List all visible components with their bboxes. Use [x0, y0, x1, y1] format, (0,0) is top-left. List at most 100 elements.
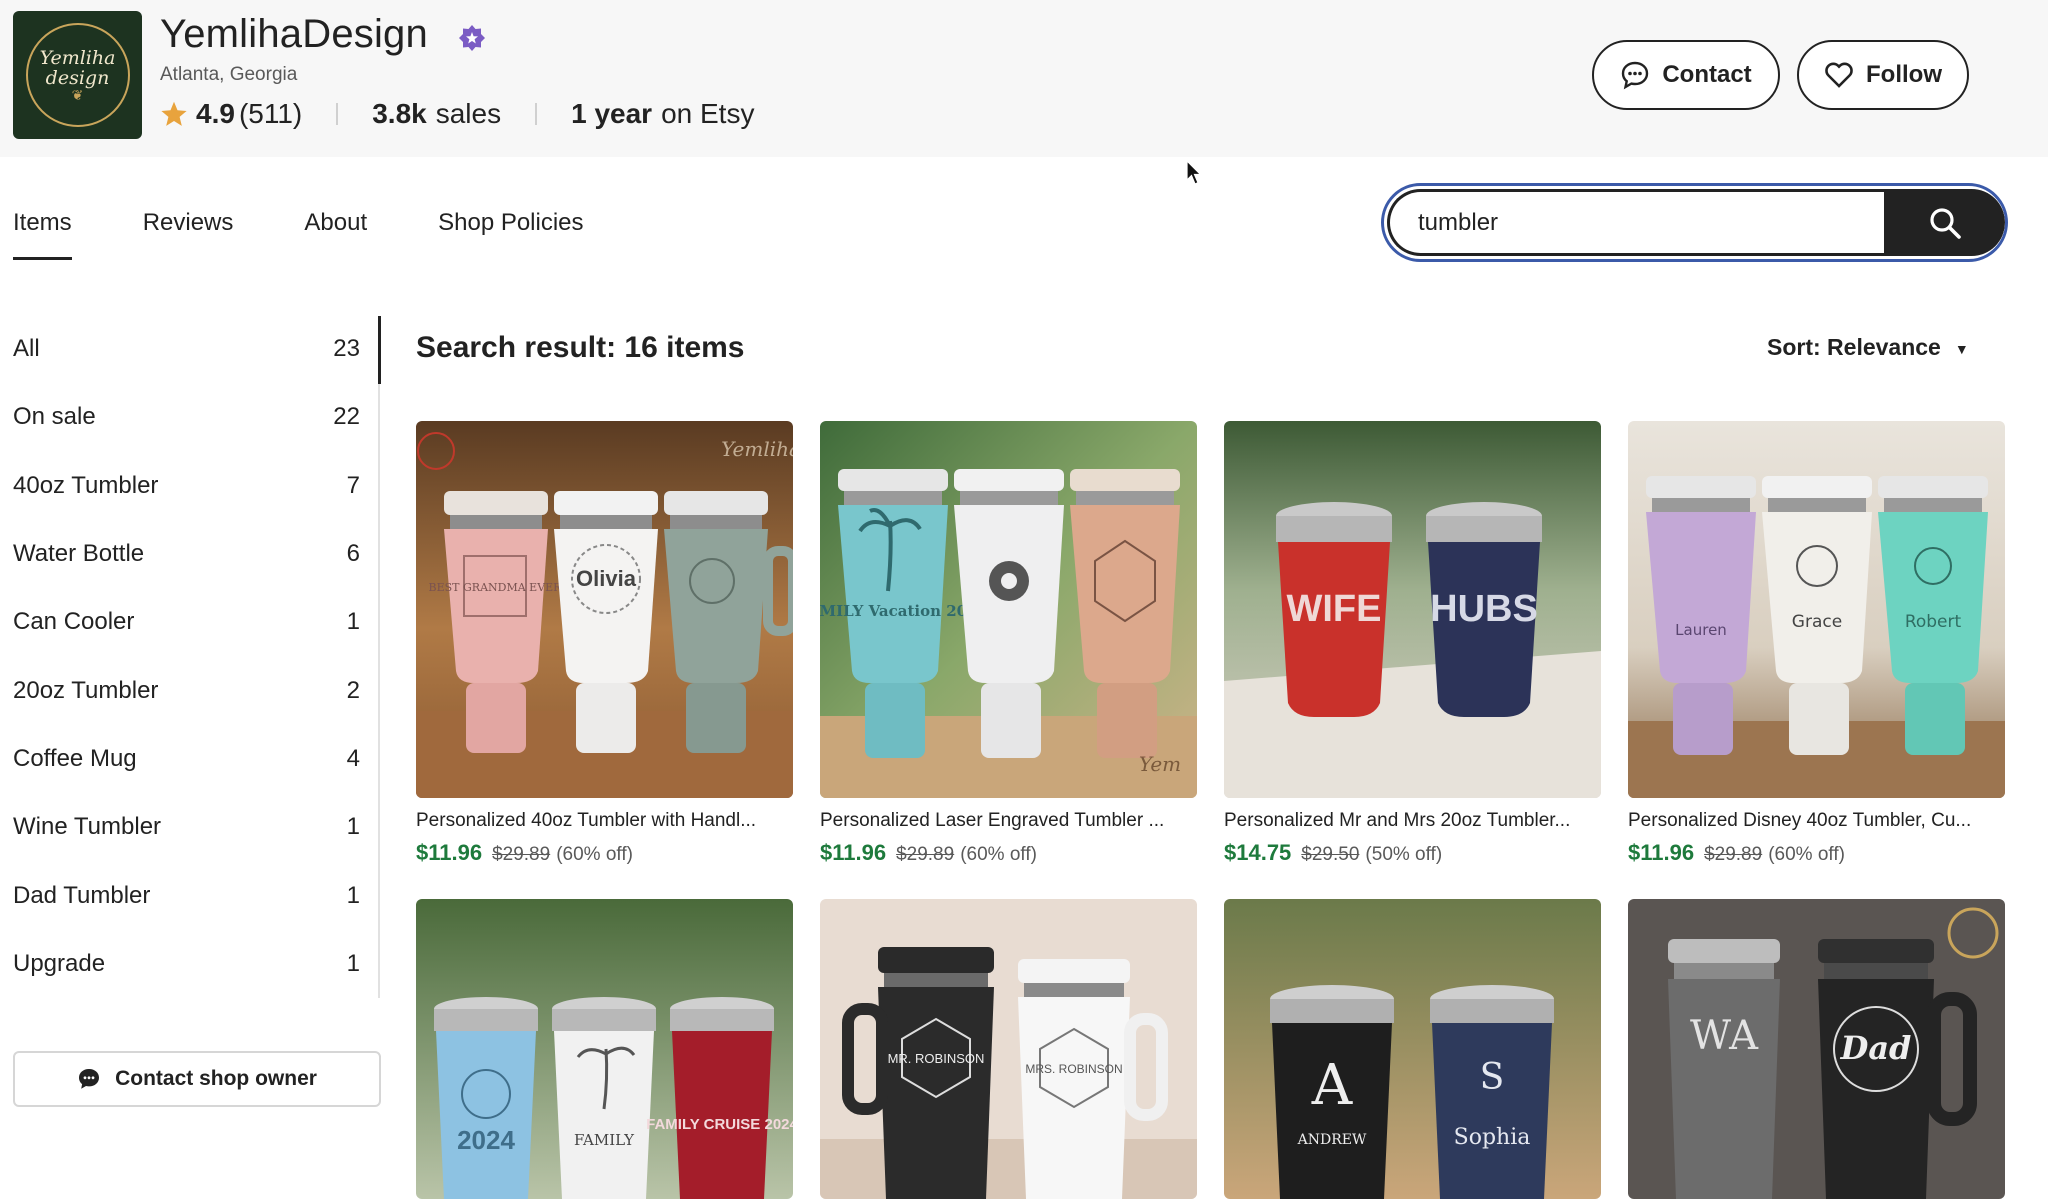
listing-title[interactable]: Personalized Laser Engraved Tumbler ...	[820, 810, 1197, 832]
listing-card[interactable]: MR. ROBINSON MRS. ROBINSON	[820, 899, 1197, 1199]
sidebar-item-label: Coffee Mug	[13, 744, 137, 772]
original-price: $29.89	[1704, 844, 1763, 865]
results-title: Search result: 16 items	[416, 331, 745, 364]
listing-grid: BEST GRANDMA EVER Olivia Yemliha Persona…	[416, 421, 2005, 1199]
listing-price: $14.75 $29.50 (50% off)	[1224, 840, 1601, 866]
sidebar-item-count: 6	[346, 540, 360, 568]
sidebar-item-count: 4	[346, 744, 360, 772]
tumbler-photo: WIFE HUBS	[1224, 421, 1601, 798]
contact-shop-owner-button[interactable]: Contact shop owner	[13, 1051, 381, 1107]
sort-label: Sort: Relevance	[1767, 334, 1941, 360]
tenure-label: on Etsy	[661, 98, 755, 129]
original-price: $29.89	[896, 844, 955, 865]
sidebar-divider	[378, 384, 380, 998]
sale-price: $11.96	[416, 840, 483, 865]
tab-about[interactable]: About	[304, 200, 367, 260]
listing-image[interactable]: FAMILY Vacation 2024 Yem	[820, 421, 1197, 798]
engraving-text: 2024	[457, 1125, 515, 1155]
search-button[interactable]	[1884, 189, 2005, 256]
engraving-text: MR. ROBINSON	[888, 1051, 985, 1066]
sort-dropdown[interactable]: Sort: Relevance ▼	[1767, 334, 1969, 361]
listing-image[interactable]: WIFE HUBS	[1224, 421, 1601, 798]
sidebar-item-can-cooler[interactable]: Can Cooler 1	[13, 588, 362, 656]
tab-shop-policies[interactable]: Shop Policies	[438, 200, 583, 260]
listing-card[interactable]: Lauren Grace Robert Personalized Disney …	[1628, 421, 2005, 866]
shop-header: Yemliha design ❦ YemlihaDesign Atlanta, …	[0, 0, 2048, 157]
contact-button-label: Contact	[1662, 61, 1752, 88]
listing-card[interactable]: A ANDREW S Sophia	[1224, 899, 1601, 1199]
shop-logo[interactable]: Yemliha design ❦	[13, 11, 142, 139]
contact-button[interactable]: Contact	[1592, 40, 1780, 110]
engraving-text: Sophia	[1454, 1125, 1531, 1150]
listing-image[interactable]: WA Dad	[1628, 899, 2005, 1199]
sidebar-item-wine-tumbler[interactable]: Wine Tumbler 1	[13, 793, 362, 861]
sidebar-item-count: 1	[346, 813, 360, 841]
sidebar-item-water-bottle[interactable]: Water Bottle 6	[13, 520, 362, 588]
listing-title[interactable]: Personalized Disney 40oz Tumbler, Cu...	[1628, 810, 2005, 832]
sale-price: $11.96	[1628, 840, 1695, 865]
listing-card[interactable]: FAMILY Vacation 2024 Yem	[820, 421, 1197, 866]
star-icon	[161, 101, 187, 126]
engraving-text: Olivia	[576, 566, 637, 591]
sidebar-item-label: On sale	[13, 403, 96, 431]
sales-count: 3.8k	[372, 98, 427, 129]
sidebar-item-40oz-tumbler[interactable]: 40oz Tumbler 7	[13, 452, 362, 520]
sidebar-item-count: 7	[346, 471, 360, 499]
svg-text:Yemliha: Yemliha	[721, 437, 793, 461]
tumbler-photo: A ANDREW S Sophia	[1224, 899, 1601, 1199]
sidebar-item-dad-tumbler[interactable]: Dad Tumbler 1	[13, 861, 362, 929]
discount-label: (60% off)	[1768, 844, 1845, 865]
follow-button[interactable]: Follow	[1797, 40, 1969, 110]
section-sidebar: All 23 On sale 22 40oz Tumbler 7 Water Bott…	[13, 315, 362, 998]
svg-text:S: S	[1480, 1057, 1505, 1098]
sidebar-item-all[interactable]: All 23	[13, 315, 362, 383]
engraving-text: Grace	[1792, 612, 1842, 632]
listing-image[interactable]: A ANDREW S Sophia	[1224, 899, 1601, 1199]
listing-image[interactable]: Lauren Grace Robert	[1628, 421, 2005, 798]
sidebar-item-coffee-mug[interactable]: Coffee Mug 4	[13, 725, 362, 793]
discount-label: (60% off)	[556, 844, 633, 865]
listing-image[interactable]: BEST GRANDMA EVER Olivia Yemliha	[416, 421, 793, 798]
listing-image[interactable]: MR. ROBINSON MRS. ROBINSON	[820, 899, 1197, 1199]
engraving-text: WIFE	[1287, 588, 1382, 630]
engraving-text: Lauren	[1675, 621, 1727, 639]
sidebar-item-upgrade[interactable]: Upgrade 1	[13, 930, 362, 998]
sidebar-item-label: Dad Tumbler	[13, 881, 151, 909]
listing-price: $11.96 $29.89 (60% off)	[820, 840, 1197, 866]
chat-bubble-icon	[79, 1069, 100, 1089]
listing-title[interactable]: Personalized Mr and Mrs 20oz Tumbler...	[1224, 810, 1601, 832]
sidebar-item-on-sale[interactable]: On sale 22	[13, 383, 362, 451]
engraving-text: BEST GRANDMA EVER	[429, 581, 563, 594]
svg-text:FAMILY: FAMILY	[574, 1131, 635, 1149]
search-input[interactable]	[1387, 189, 1885, 256]
sidebar-item-20oz-tumbler[interactable]: 20oz Tumbler 2	[13, 656, 362, 724]
listing-card[interactable]: BEST GRANDMA EVER Olivia Yemliha Persona…	[416, 421, 793, 866]
engraving-text: HUBS	[1430, 588, 1538, 630]
tumbler-photo: WA Dad	[1628, 899, 2005, 1199]
review-count[interactable]: (511)	[239, 98, 302, 130]
sidebar-item-count: 1	[346, 949, 360, 977]
original-price: $29.50	[1301, 844, 1360, 865]
tumbler-photo: MR. ROBINSON MRS. ROBINSON	[820, 899, 1197, 1199]
listing-title[interactable]: Personalized 40oz Tumbler with Handl...	[416, 810, 793, 832]
svg-text:Yem: Yem	[1139, 752, 1181, 776]
listing-card[interactable]: 2024 FAMILY FAMILY CRUISE 2024	[416, 899, 793, 1199]
contact-shop-owner-label: Contact shop owner	[115, 1067, 317, 1090]
chat-bubble-icon	[1622, 61, 1649, 90]
stats-divider	[336, 103, 339, 125]
sidebar-item-label: 20oz Tumbler	[13, 676, 159, 704]
shop-location: Atlanta, Georgia	[160, 64, 298, 85]
listing-image[interactable]: 2024 FAMILY FAMILY CRUISE 2024	[416, 899, 793, 1199]
shop-tabs: Items Reviews About Shop Policies	[13, 200, 655, 260]
tumbler-photo: Lauren Grace Robert	[1628, 421, 2005, 798]
listing-card[interactable]: WIFE HUBS Personalized Mr and Mrs 20oz T…	[1224, 421, 1601, 866]
tab-reviews[interactable]: Reviews	[143, 200, 234, 260]
listing-card[interactable]: WA Dad	[1628, 899, 2005, 1199]
sidebar-item-label: All	[13, 335, 40, 363]
sidebar-item-label: Can Cooler	[13, 608, 135, 636]
shop-name: YemlihaDesign	[160, 12, 428, 56]
discount-label: (60% off)	[960, 844, 1037, 865]
original-price: $29.89	[492, 844, 551, 865]
sidebar-item-label: 40oz Tumbler	[13, 471, 159, 499]
tab-items[interactable]: Items	[13, 200, 72, 260]
